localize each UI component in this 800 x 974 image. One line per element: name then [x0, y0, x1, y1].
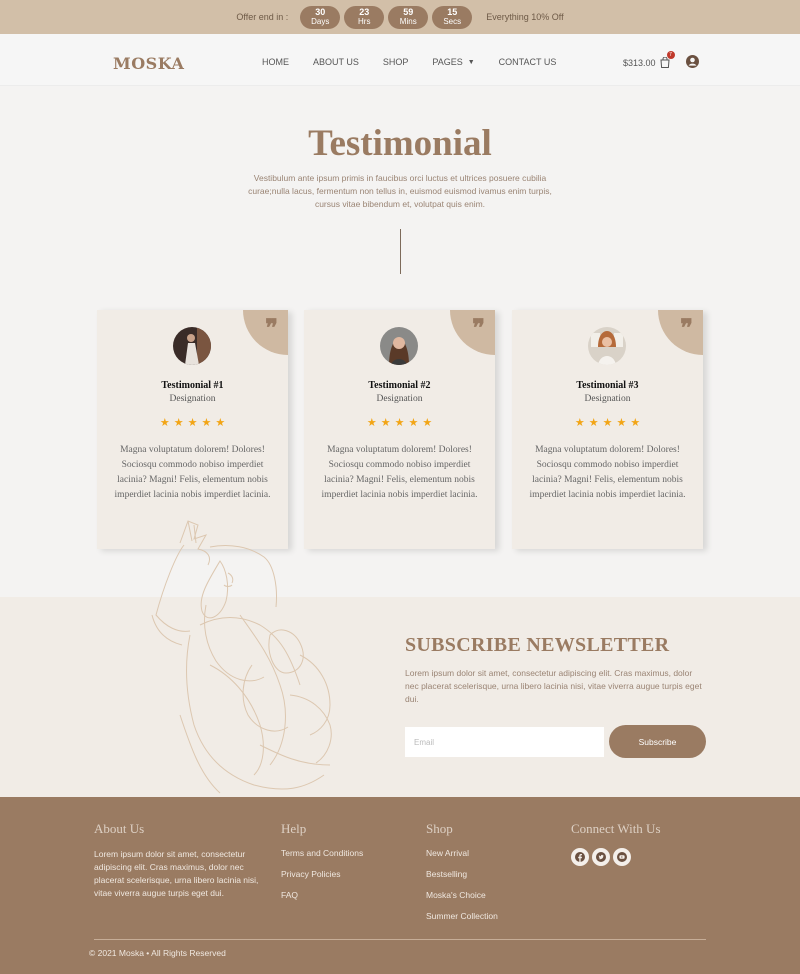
newsletter-title: SUBSCRIBE NEWSLETTER: [405, 634, 670, 656]
social-links: [571, 848, 661, 866]
testimonial-designation: Designation: [169, 394, 216, 404]
testimonial-text: Magna voluptatum dolorem! Dolores! Socio…: [321, 445, 478, 500]
countdown-seconds: 15 Secs: [432, 5, 473, 29]
subscribe-button[interactable]: Subscribe: [609, 725, 706, 758]
star-icon: ★: [630, 417, 641, 429]
testimonial-name: Testimonial #3: [576, 380, 639, 391]
footer-help: Help Terms and Conditions Privacy Polici…: [281, 821, 363, 911]
site-logo[interactable]: MOSKA: [113, 54, 184, 73]
main-nav: HOME ABOUT US SHOP PAGES ▼ CONTACT US: [262, 57, 580, 67]
testimonial-text: Magna voluptatum dolorem! Dolores! Socio…: [529, 445, 686, 500]
star-icon: ★: [173, 417, 184, 429]
star-icon: ★: [187, 417, 198, 429]
deal-text: Everything 10% Off: [486, 12, 564, 22]
testimonial-text: Magna voluptatum dolorem! Dolores! Socio…: [114, 445, 271, 500]
testimonial-name: Testimonial #1: [161, 380, 224, 391]
footer-link-moskas-choice[interactable]: Moska's Choice: [426, 890, 498, 911]
star-icon: ★: [380, 417, 391, 429]
testimonial-designation: Designation: [376, 394, 423, 404]
footer-link-summer-collection[interactable]: Summer Collection: [426, 911, 498, 932]
footer-divider: [94, 939, 706, 940]
footer-shop: Shop New Arrival Bestselling Moska's Cho…: [426, 821, 498, 932]
nav-home[interactable]: HOME: [262, 57, 289, 67]
footer-shop-title: Shop: [426, 821, 453, 836]
cart-count-badge: 7: [666, 51, 675, 59]
caret-down-icon: ▼: [467, 58, 475, 66]
email-input[interactable]: [405, 727, 604, 757]
twitter-icon[interactable]: [592, 848, 610, 866]
avatar: [380, 327, 418, 365]
quote-icon: ❞: [472, 313, 485, 342]
star-rating: ★ ★ ★ ★ ★: [97, 416, 288, 429]
footer-link-faq[interactable]: FAQ: [281, 890, 363, 911]
testimonial-designation: Designation: [584, 394, 631, 404]
star-icon: ★: [201, 417, 212, 429]
facebook-icon[interactable]: [571, 848, 589, 866]
line-art-illustration: [151, 520, 332, 794]
nav-contact-us[interactable]: CONTACT US: [499, 57, 557, 67]
nav-shop[interactable]: SHOP: [383, 57, 409, 67]
site-header: MOSKA HOME ABOUT US SHOP PAGES ▼ CONTACT …: [0, 34, 800, 86]
nav-pages-label: PAGES: [432, 57, 463, 67]
footer-link-new-arrival[interactable]: New Arrival: [426, 848, 498, 869]
testimonial-card: ❞ Testimonial #3 Designation ★ ★ ★ ★ ★ Magna…: [512, 310, 703, 549]
star-icon: ★: [574, 417, 585, 429]
newsletter-text: Lorem ipsum dolor sit amet, consectetur …: [405, 668, 702, 704]
footer-link-privacy[interactable]: Privacy Policies: [281, 869, 363, 890]
testimonial-card: ❞ Testimonial #1 Designation ★ ★ ★ ★ ★ Magna…: [97, 310, 288, 549]
star-rating: ★ ★ ★ ★ ★: [512, 416, 703, 429]
avatar: [588, 327, 626, 365]
nav-about-us[interactable]: ABOUT US: [313, 57, 359, 67]
star-icon: ★: [616, 417, 627, 429]
footer-link-bestselling[interactable]: Bestselling: [426, 869, 498, 890]
quote-badge: ❞: [658, 310, 703, 355]
footer-about: About Us Lorem ipsum dolor sit amet, con…: [94, 821, 259, 900]
countdown-minutes: 59 Mins: [388, 5, 429, 29]
avatar: [173, 327, 211, 365]
star-icon: ★: [394, 417, 405, 429]
nav-pages[interactable]: PAGES ▼: [432, 57, 474, 67]
quote-badge: ❞: [243, 310, 288, 355]
quote-icon: ❞: [680, 313, 693, 342]
footer-help-title: Help: [281, 821, 307, 836]
footer-connect-title: Connect With Us: [571, 821, 661, 836]
user-circle-icon[interactable]: [686, 55, 699, 68]
cart-button[interactable]: $313.00 7: [623, 51, 675, 68]
countdown-hours: 23 Hrs: [344, 5, 385, 29]
star-icon: ★: [602, 417, 613, 429]
star-icon: ★: [159, 417, 170, 429]
copyright-text: © 2021 Moska • All Rights Reserved: [89, 948, 226, 958]
countdown-days: 30 Days: [300, 5, 341, 29]
footer-link-terms[interactable]: Terms and Conditions: [281, 848, 363, 869]
footer-about-text: Lorem ipsum dolor sit amet, consectetur …: [94, 849, 259, 898]
youtube-icon[interactable]: [613, 848, 631, 866]
star-icon: ★: [215, 417, 226, 429]
star-icon: ★: [366, 417, 377, 429]
star-icon: ★: [408, 417, 419, 429]
quote-badge: ❞: [450, 310, 495, 355]
intro-text: Vestibulum ante ipsum primis in faucibus…: [248, 173, 552, 209]
page-title: Testimonial: [308, 123, 492, 164]
testimonial-name: Testimonial #2: [368, 380, 431, 391]
star-icon: ★: [422, 417, 433, 429]
cart-total: $313.00: [623, 57, 656, 68]
divider-line: [400, 229, 401, 274]
star-icon: ★: [588, 417, 599, 429]
quote-icon: ❞: [265, 313, 278, 342]
footer-about-title: About Us: [94, 821, 145, 836]
offer-label: Offer end in :: [236, 12, 289, 22]
shopping-bag-icon: 7: [660, 51, 675, 68]
promo-bar: Offer end in : 30 Days 23 Hrs 59 Mins 15 Sec…: [0, 0, 800, 34]
testimonial-card: ❞ Testimonial #2 Designation ★ ★ ★ ★ ★ Magna…: [304, 310, 495, 549]
footer-connect: Connect With Us: [571, 821, 661, 866]
star-rating: ★ ★ ★ ★ ★: [304, 416, 495, 429]
